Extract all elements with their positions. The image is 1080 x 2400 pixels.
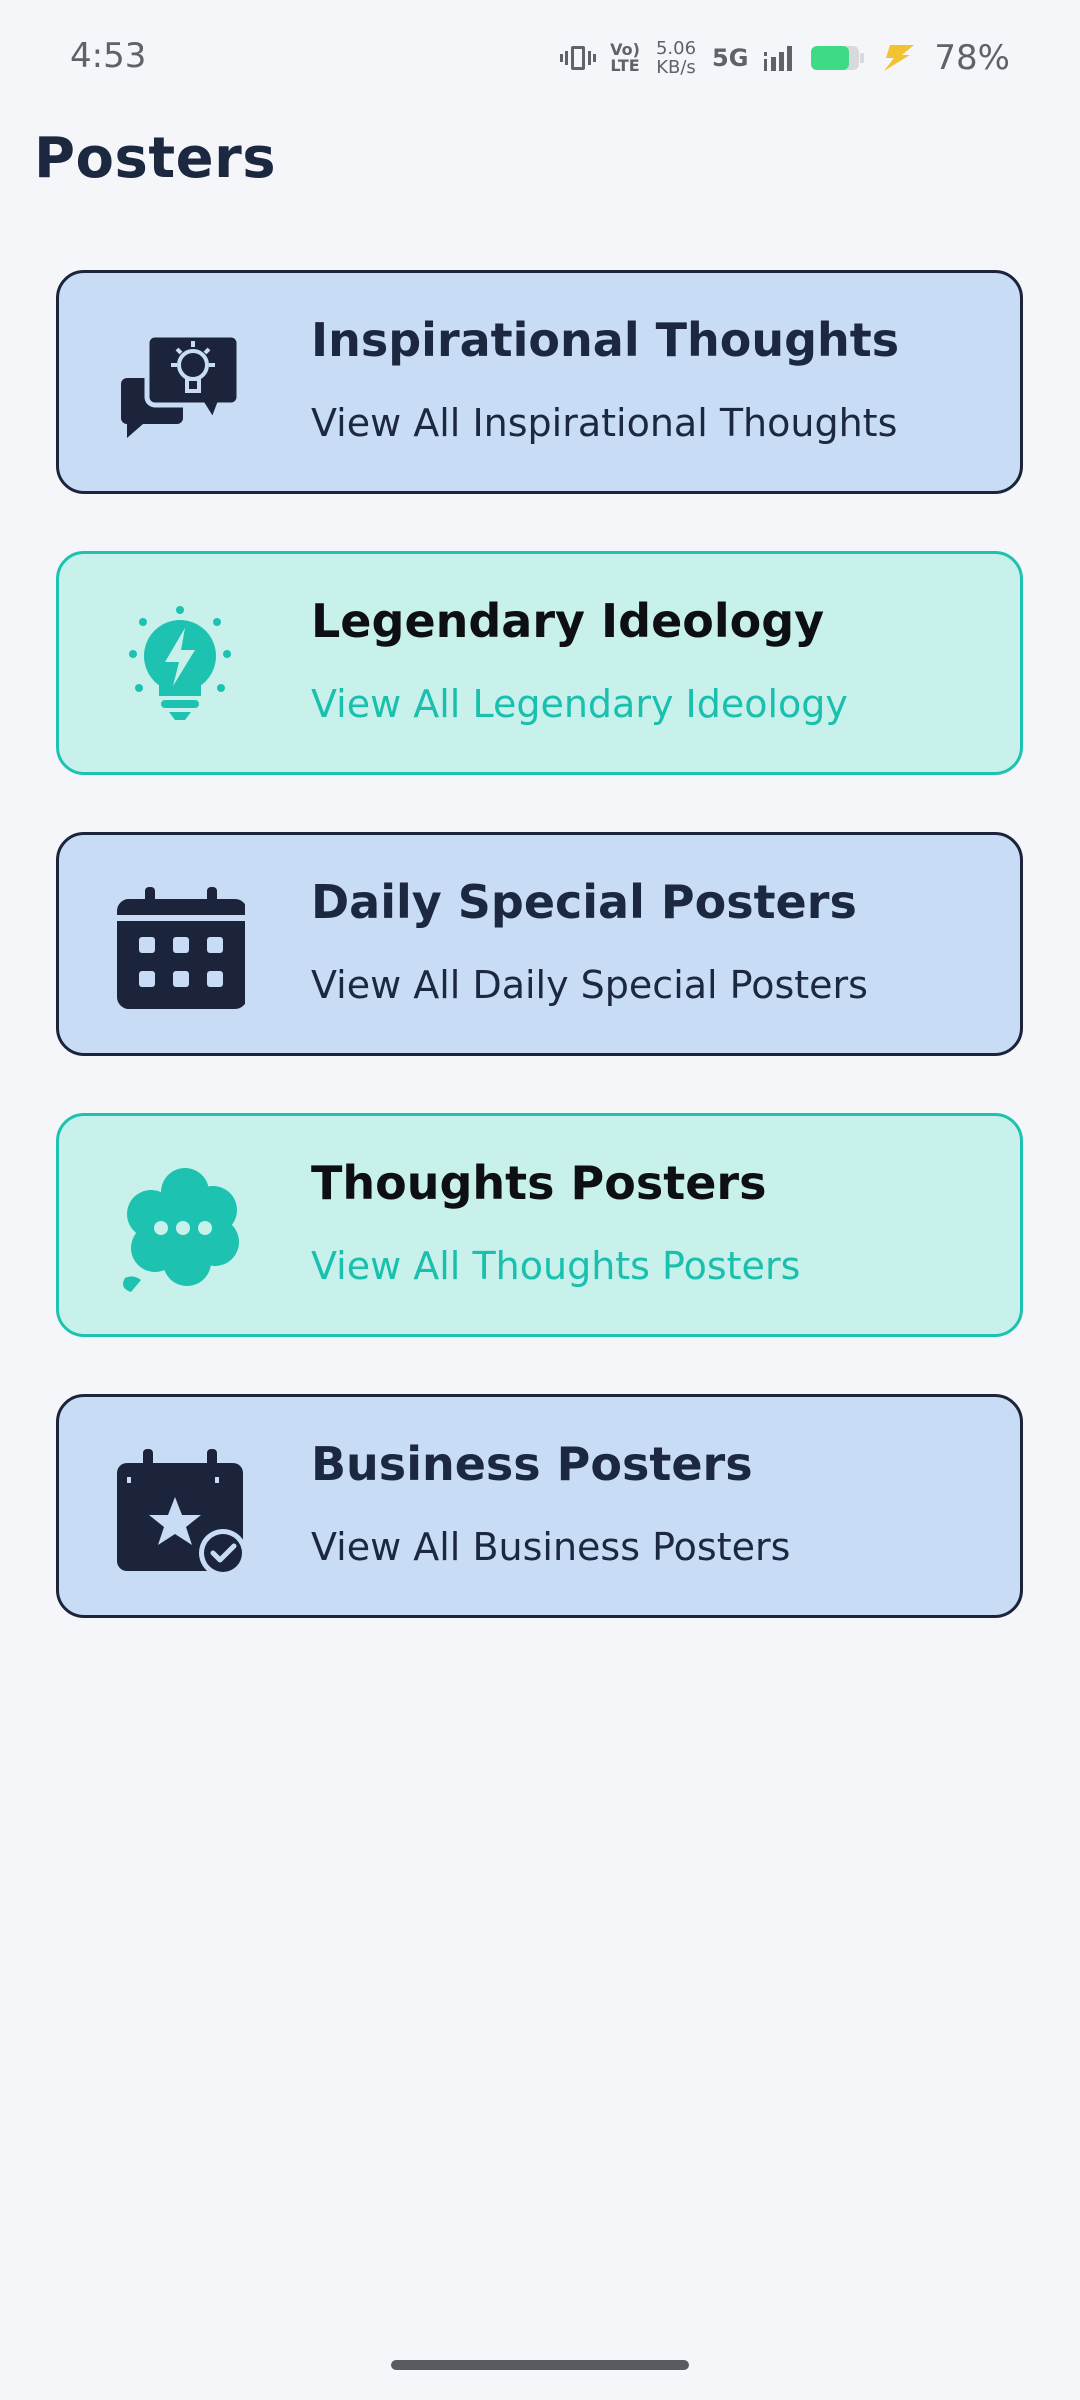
lightbulb-chat-icon: [115, 323, 245, 453]
vibrate-icon: [560, 43, 597, 73]
card-title: Legendary Ideology: [311, 594, 825, 648]
calendar-star-check-icon: [115, 1447, 247, 1577]
lightbulb-bolt-icon: [115, 604, 245, 734]
screen: 4:53 Vo) LTE 5.06 KB/s 5G 78% Posters In…: [0, 0, 1080, 2400]
card-inspirational-thoughts[interactable]: Inspirational Thoughts View All Inspirat…: [56, 270, 1023, 494]
card-business-posters[interactable]: Business Posters View All Business Poste…: [56, 1394, 1023, 1618]
battery-icon: [810, 43, 866, 73]
volte-icon: Vo) LTE: [610, 42, 640, 74]
status-time: 4:53: [70, 36, 147, 76]
signal-icon: [762, 43, 796, 73]
card-title: Daily Special Posters: [311, 875, 857, 929]
card-title: Inspirational Thoughts: [311, 313, 900, 367]
card-subtitle: View All Daily Special Posters: [311, 963, 868, 1007]
status-icons: Vo) LTE 5.06 KB/s 5G 78%: [560, 34, 1010, 82]
net-speed: 5.06 KB/s: [654, 39, 698, 77]
card-title: Business Posters: [311, 1437, 753, 1491]
card-daily-special-posters[interactable]: Daily Special Posters View All Daily Spe…: [56, 832, 1023, 1056]
card-thoughts-posters[interactable]: Thoughts Posters View All Thoughts Poste…: [56, 1113, 1023, 1337]
card-subtitle: View All Thoughts Posters: [311, 1244, 801, 1288]
net-speed-unit: KB/s: [656, 57, 696, 78]
network-type: 5G: [712, 44, 749, 72]
charging-bolt-icon: [880, 43, 916, 73]
card-subtitle: View All Business Posters: [311, 1525, 791, 1569]
net-speed-value: 5.06: [655, 38, 697, 59]
calendar-icon: [115, 885, 247, 1015]
volte-line2: LTE: [610, 56, 640, 75]
home-indicator[interactable]: [391, 2360, 689, 2370]
card-legendary-ideology[interactable]: Legendary Ideology View All Legendary Id…: [56, 551, 1023, 775]
card-subtitle: View All Inspirational Thoughts: [311, 401, 898, 445]
status-bar: 4:53 Vo) LTE 5.06 KB/s 5G 78%: [0, 0, 1080, 112]
card-title: Thoughts Posters: [311, 1156, 767, 1210]
page-title: Posters: [34, 126, 277, 191]
thought-bubble-icon: [115, 1166, 245, 1296]
battery-percent: 78%: [934, 38, 1010, 78]
card-subtitle: View All Legendary Ideology: [311, 682, 848, 726]
